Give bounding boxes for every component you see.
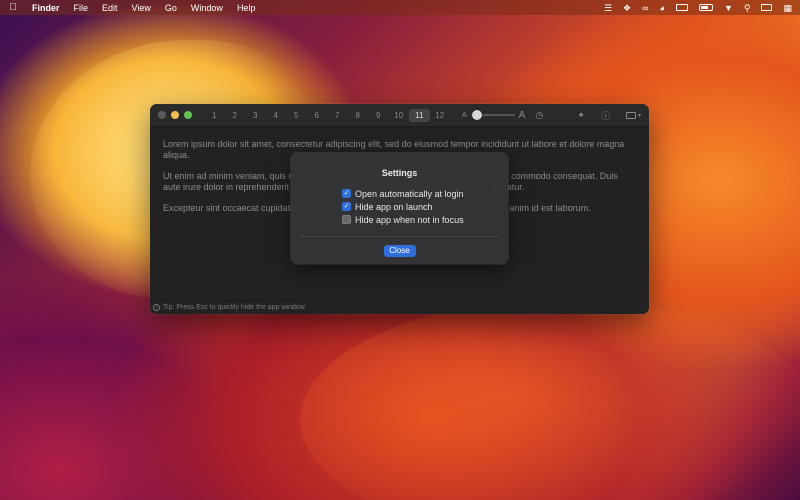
tools-icon[interactable]: ✦ [577,110,585,121]
minimize-window-button[interactable] [171,111,179,119]
status-bar: i Tip: Press Esc to quickly hide the app… [150,300,649,314]
window-controls [158,111,192,119]
menu-help[interactable]: Help [237,3,256,13]
settings-options: ✓ Open automatically at login ✓ Hide app on… [342,187,508,226]
menu-app-name[interactable]: Finder [32,3,60,13]
menu-edit[interactable]: Edit [102,3,118,13]
tab-12[interactable]: 12 [430,109,451,122]
option-label: Open automatically at login [355,188,464,199]
eye-icon[interactable]: ◕ [660,3,665,13]
close-window-button[interactable] [158,111,166,119]
screen-mirroring-icon[interactable] [761,4,773,11]
apple-menu-icon[interactable]:  [8,2,18,13]
close-button[interactable]: Close [383,245,416,257]
font-size-large-glyph: A [518,109,526,121]
chevron-down-icon: ▾ [637,112,641,119]
checkbox[interactable] [342,215,351,224]
zoom-window-button[interactable] [184,111,192,119]
font-size-control: A A [462,110,525,121]
tab-10[interactable]: 10 [389,109,410,122]
status-tip: Tip: Press Esc to quickly hide the app w… [163,304,307,311]
creative-cloud-icon[interactable]: ∞ [642,3,648,13]
clock-icon[interactable]: ◷ [535,110,543,121]
settings-dialog: Settings ✓ Open automatically at login ✓ Hi… [291,153,508,264]
settings-option[interactable]: ✓ Open automatically at login [342,187,508,200]
tab-11[interactable]: 11 [409,108,430,122]
view-options-button[interactable]: ▾ [625,111,641,119]
menu-go[interactable]: Go [165,3,177,13]
menu-file[interactable]: File [74,3,89,13]
search-icon[interactable]: ⚲ [744,3,751,13]
settings-divider [300,236,499,237]
help-icon[interactable]: ⓘ [601,109,610,122]
tab-7[interactable]: 7 [327,109,348,122]
tab-3[interactable]: 3 [245,109,266,122]
control-center-icon[interactable]: ▦ [783,3,792,13]
tab-2[interactable]: 2 [225,109,246,122]
keyboard-icon[interactable] [675,4,688,11]
settings-option[interactable]: Hide app when not in focus [342,213,508,226]
tab-6[interactable]: 6 [307,109,328,122]
dropbox-icon[interactable]: ❖ [623,3,631,13]
list-icon[interactable]: ☰ [604,3,612,13]
checkbox[interactable]: ✓ [342,189,351,198]
checkbox[interactable]: ✓ [342,202,351,211]
tab-1[interactable]: 1 [204,109,225,122]
menu-bar:  Finder File Edit View Go Window Help ☰… [0,0,800,15]
tab-8[interactable]: 8 [348,109,369,122]
menu-view[interactable]: View [132,3,151,13]
font-size-slider-knob[interactable] [472,110,483,120]
font-size-slider[interactable] [470,110,515,120]
tab-4[interactable]: 4 [266,109,287,122]
font-size-small-glyph: A [462,111,467,119]
option-label: Hide app when not in focus [355,214,464,225]
layout-icon [625,111,636,119]
wifi-icon[interactable]: ▼ [724,3,733,13]
settings-title: Settings [381,168,418,178]
menu-window[interactable]: Window [191,3,223,13]
tab-9[interactable]: 9 [368,109,389,122]
settings-option[interactable]: ✓ Hide app on launch [342,200,508,213]
option-label: Hide app on launch [355,201,433,212]
window-toolbar: 1 2 3 4 5 6 7 8 9 10 11 12 A A ◷ ✦ ⓘ ▾ [150,104,649,127]
tab-5[interactable]: 5 [286,109,307,122]
tab-bar: 1 2 3 4 5 6 7 8 9 10 11 12 [204,108,451,122]
battery-icon[interactable] [698,4,713,11]
info-icon: i [153,304,160,311]
